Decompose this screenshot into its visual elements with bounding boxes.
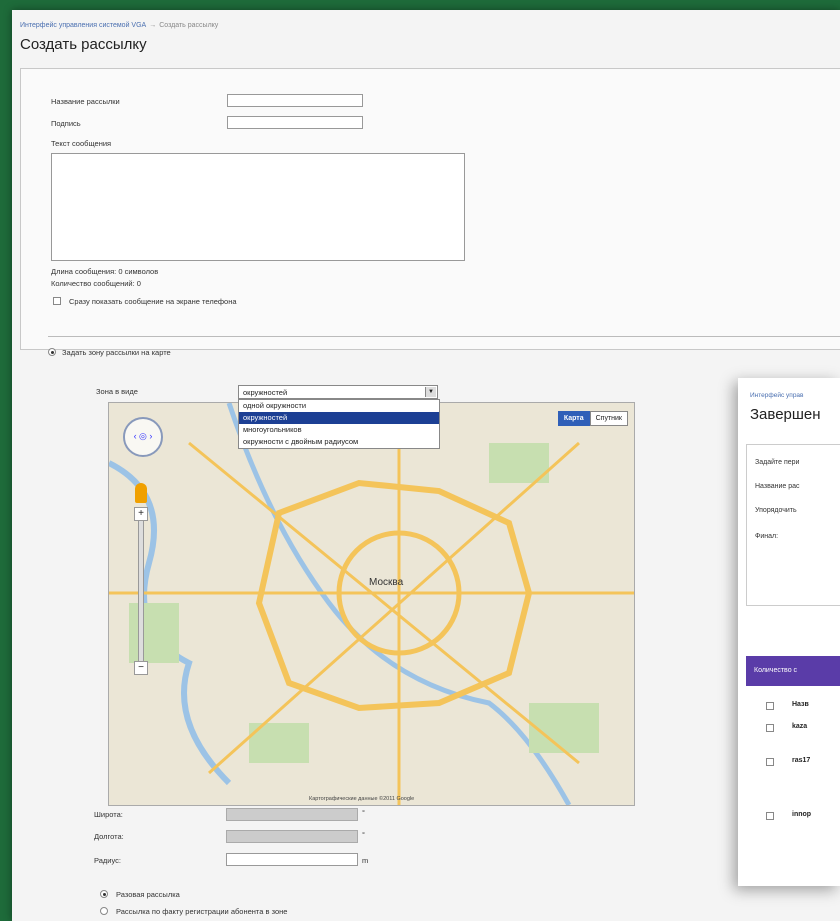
message-textarea[interactable] <box>51 153 465 261</box>
show-on-screen-checkbox[interactable] <box>53 297 61 305</box>
zoom-in-button[interactable]: + <box>134 507 148 521</box>
zone-on-map-radio[interactable] <box>48 348 56 356</box>
zone-on-map-label: Задать зону рассылки на карте <box>62 348 171 357</box>
one-time-label: Разовая рассылка <box>116 890 180 899</box>
on-register-label: Рассылка по факту регистрации абонента в… <box>116 907 288 916</box>
radius-unit: m <box>362 856 369 865</box>
row-checkbox[interactable] <box>766 758 774 766</box>
breadcrumb-separator: → <box>149 22 157 29</box>
zone-type-selected: окружностей <box>243 388 288 397</box>
zone-type-dropdown: одной окружности окружностей многоугольн… <box>238 399 440 449</box>
map-type-map-button[interactable]: Карта <box>557 411 590 426</box>
sort-label: Упорядочить <box>755 507 797 514</box>
breadcrumb-current: Создать рассылку <box>159 22 219 29</box>
zone-type-label: Зона в виде <box>96 387 138 396</box>
city-label: Москва <box>369 577 404 588</box>
row-checkbox[interactable] <box>766 702 774 710</box>
table-row: innop <box>792 811 812 818</box>
map-type-satellite-button[interactable]: Спутник <box>589 411 628 426</box>
completed-title: Завершен <box>750 406 821 423</box>
latitude-input[interactable] <box>226 808 358 821</box>
page: Интерфейс управления системой VGA → Создат… <box>12 10 840 921</box>
table-header-name: Назв <box>792 701 809 708</box>
name-input[interactable] <box>227 94 363 107</box>
zone-option-single-circle[interactable]: одной окружности <box>239 400 439 412</box>
map-attribution: Картографические данные ©2011 Google <box>309 796 415 802</box>
message-form: Название рассылки Подпись Текст сообщени… <box>20 68 840 350</box>
one-time-radio[interactable] <box>100 890 108 898</box>
name-filter-label: Название рас <box>755 483 800 490</box>
count-header-bar: Количество с <box>746 656 840 686</box>
zoom-slider[interactable] <box>138 515 144 667</box>
chevron-down-icon[interactable]: ▼ <box>425 387 436 397</box>
table-row: ras17 <box>792 757 811 764</box>
message-label: Текст сообщения <box>51 139 112 148</box>
zone-type-select[interactable]: окружностей ▼ <box>238 385 438 399</box>
signature-input[interactable] <box>227 116 363 129</box>
completed-filter-box: Задайте пери Название рас Упорядочить Фи… <box>746 444 840 606</box>
street-view-icon[interactable] <box>135 483 147 503</box>
row-checkbox[interactable] <box>766 812 774 820</box>
period-label: Задайте пери <box>755 459 800 466</box>
map-pan-control[interactable]: ‹ ◎ › <box>123 417 163 457</box>
signature-label: Подпись <box>51 119 81 128</box>
row-checkbox[interactable] <box>766 724 774 732</box>
completed-window: Интерфейс управ Завершен Задайте пери На… <box>738 378 840 886</box>
longitude-label: Долгота: <box>94 832 124 841</box>
message-count: Количество сообщений: 0 <box>51 279 141 288</box>
map[interactable]: ‹ ◎ › + − Карта Спутник Москва Картограф… <box>108 402 635 806</box>
map-type-toggle: Карта Спутник <box>557 411 628 426</box>
radius-input[interactable] <box>226 853 358 866</box>
divider <box>48 336 840 337</box>
longitude-input[interactable] <box>226 830 358 843</box>
completed-breadcrumb[interactable]: Интерфейс управ <box>750 392 804 399</box>
latitude-unit: ° <box>362 808 365 817</box>
zoom-out-button[interactable]: − <box>134 661 148 675</box>
name-label: Название рассылки <box>51 97 120 106</box>
map-canvas <box>109 403 634 805</box>
final-label: Финал: <box>755 533 779 540</box>
on-register-radio[interactable] <box>100 907 108 915</box>
zone-option-double-radius[interactable]: окружности с двойным радиусом <box>239 436 439 448</box>
longitude-unit: ° <box>362 830 365 839</box>
breadcrumb-parent-link[interactable]: Интерфейс управления системой VGA <box>20 22 146 29</box>
page-title: Создать рассылку <box>20 36 147 53</box>
show-on-screen-label: Сразу показать сообщение на экране телеф… <box>69 297 237 306</box>
latitude-label: Широта: <box>94 810 123 819</box>
zone-option-polygons[interactable]: многоугольников <box>239 424 439 436</box>
zone-option-circles[interactable]: окружностей <box>239 412 439 424</box>
table-row: kaza <box>792 723 808 730</box>
breadcrumb: Интерфейс управления системой VGA → Создат… <box>20 22 218 29</box>
message-length: Длина сообщения: 0 символов <box>51 267 159 276</box>
radius-label: Радиус: <box>94 856 121 865</box>
